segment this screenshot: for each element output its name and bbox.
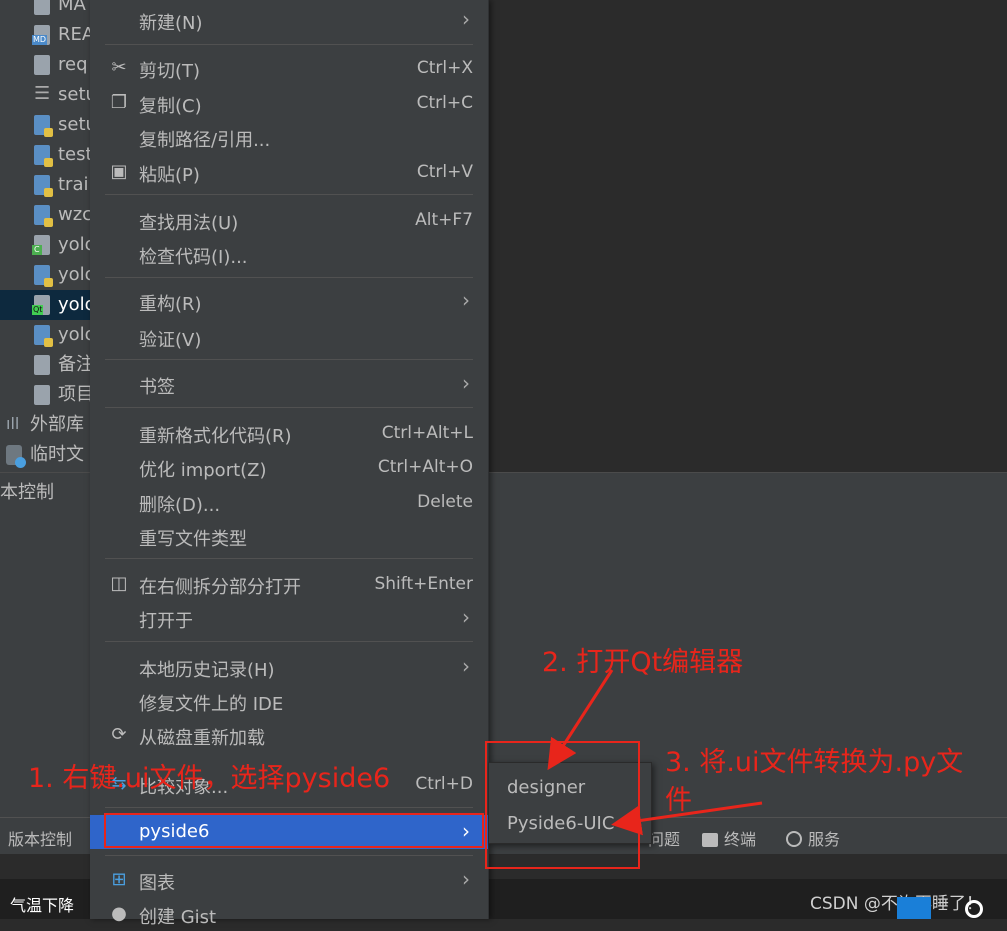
arrow-to-designer xyxy=(547,669,614,771)
arrow-to-uic xyxy=(611,801,763,836)
annotation-arrows xyxy=(547,669,763,836)
